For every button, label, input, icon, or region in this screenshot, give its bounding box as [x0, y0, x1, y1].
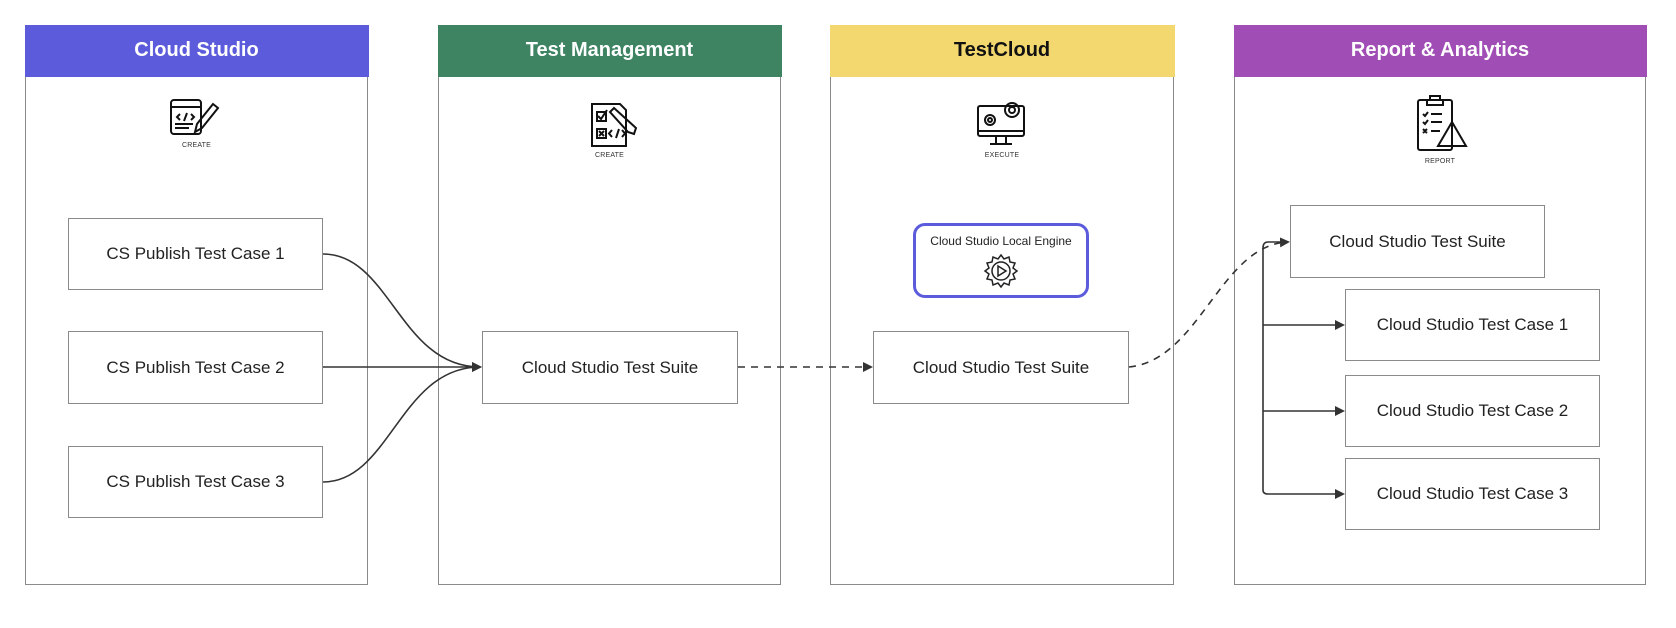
- report-step: REPORT: [1235, 92, 1645, 165]
- tc-test-suite[interactable]: Cloud Studio Test Suite: [873, 331, 1129, 404]
- clipboard-warning-icon: [1417, 95, 1468, 151]
- execute-step: EXECUTE: [831, 98, 1173, 159]
- icon-label: REPORT: [1424, 158, 1456, 165]
- cs-test-case-3[interactable]: CS Publish Test Case 3: [68, 446, 323, 518]
- lane-test-management: Test Management CREATE: [437, 24, 782, 585]
- report-test-case-1[interactable]: Cloud Studio Test Case 1: [1345, 289, 1600, 361]
- lane-header: Report & Analytics: [1233, 24, 1647, 77]
- lane-header: Cloud Studio: [24, 24, 369, 77]
- create-step: CREATE: [439, 102, 780, 159]
- tm-test-suite[interactable]: Cloud Studio Test Suite: [482, 331, 738, 404]
- engine-label: Cloud Studio Local Engine: [930, 234, 1072, 248]
- icon-label: CREATE: [594, 152, 625, 159]
- cs-test-case-1[interactable]: CS Publish Test Case 1: [68, 218, 323, 290]
- gear-play-icon: [983, 253, 1019, 289]
- local-engine-box[interactable]: Cloud Studio Local Engine: [913, 223, 1089, 298]
- report-test-case-3[interactable]: Cloud Studio Test Case 3: [1345, 458, 1600, 530]
- lane-header: TestCloud: [829, 24, 1175, 77]
- checklist-code-pencil-icon: [590, 103, 637, 147]
- monitor-gears-icon: [977, 102, 1025, 145]
- report-test-suite[interactable]: Cloud Studio Test Suite: [1290, 205, 1545, 278]
- report-test-case-2[interactable]: Cloud Studio Test Case 2: [1345, 375, 1600, 447]
- create-step: CREATE: [26, 98, 367, 149]
- code-window-pencil-icon: [169, 99, 219, 135]
- cs-test-case-2[interactable]: CS Publish Test Case 2: [68, 331, 323, 404]
- icon-label: CREATE: [181, 142, 212, 149]
- lane-header: Test Management: [437, 24, 782, 77]
- icon-label: EXECUTE: [984, 152, 1020, 159]
- lane-testcloud: TestCloud EXECUTE: [829, 24, 1175, 585]
